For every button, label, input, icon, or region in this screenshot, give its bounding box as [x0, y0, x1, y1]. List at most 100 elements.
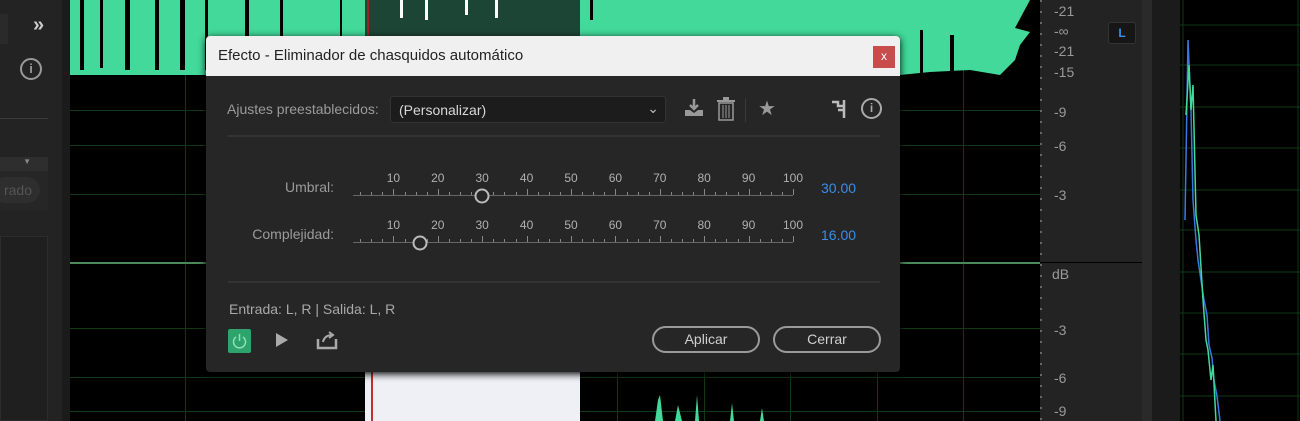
info-icon[interactable]: i — [20, 58, 42, 80]
routing-icon[interactable] — [830, 98, 850, 125]
close-button[interactable]: Cerrar — [773, 326, 881, 353]
slider-tick — [615, 236, 617, 242]
slider-tick — [770, 239, 772, 242]
scrollbar[interactable] — [1142, 0, 1152, 421]
dialog-titlebar[interactable]: Efecto - Eliminador de chasquidos automá… — [206, 36, 900, 76]
slider-track[interactable] — [353, 195, 793, 196]
scale-label: 10 — [386, 218, 401, 232]
partial-button[interactable]: rado — [0, 177, 40, 203]
ruler-label: -21 — [1054, 43, 1075, 59]
scale-label: 50 — [564, 171, 578, 185]
favorite-star-icon[interactable]: ★ — [758, 96, 776, 121]
slider-tick — [382, 192, 384, 195]
slider-tick — [515, 239, 517, 242]
slider-tick — [360, 239, 362, 242]
play-icon[interactable] — [275, 332, 289, 353]
slider-tick — [559, 192, 561, 195]
slider-tick — [626, 239, 628, 242]
slider-tick — [571, 236, 572, 242]
complejidad-slider-row: Complejidad: 10 20 30 40 50 60 70 80 90 100 16.00 — [206, 213, 900, 253]
frequency-analysis — [1180, 0, 1300, 421]
toolbar-divider — [745, 98, 746, 122]
slider-tick — [726, 239, 728, 242]
power-toggle[interactable] — [228, 329, 251, 353]
slider-tick — [615, 189, 617, 195]
slider-tick — [715, 239, 717, 242]
scale-label: 30 — [475, 171, 489, 185]
scale-label: 80 — [697, 218, 711, 232]
slider-tick — [537, 239, 539, 242]
ruler-label: -6 — [1054, 138, 1067, 154]
slider-tick — [404, 192, 406, 195]
ruler-label: -∞ — [1054, 23, 1069, 39]
slider-tick — [437, 189, 439, 195]
slider-tick — [593, 192, 595, 195]
slider-tick — [548, 192, 550, 195]
left-panel-field[interactable] — [0, 14, 8, 44]
slider-tick — [670, 239, 672, 242]
channel-l-badge[interactable]: L — [1108, 22, 1136, 44]
slider-tick — [726, 192, 728, 195]
slider-tick — [793, 189, 794, 195]
slider-tick — [504, 192, 506, 195]
scale-label: 90 — [741, 218, 756, 232]
apply-button[interactable]: Aplicar — [652, 326, 760, 353]
slider-tick — [682, 239, 683, 242]
scale-label: 100 — [782, 218, 804, 232]
slider-tick — [759, 239, 761, 242]
save-preset-icon[interactable] — [682, 96, 706, 125]
slider-tick — [582, 239, 584, 242]
umbral-value[interactable]: 30.00 — [821, 180, 856, 196]
presets-select[interactable]: (Personalizar) ⌄ — [390, 96, 666, 123]
slider-tick — [526, 236, 528, 242]
slider-thumb[interactable] — [474, 188, 490, 204]
io-info: Entrada: L, R | Salida: L, R — [229, 301, 396, 317]
presets-label: Ajustes preestablecidos: — [227, 101, 379, 117]
ruler-label: -3 — [1054, 187, 1067, 203]
slider-tick — [404, 239, 406, 242]
expand-panels-button[interactable]: » — [33, 14, 44, 37]
power-icon — [232, 334, 247, 349]
slider-tick — [648, 192, 650, 195]
slider-tick — [559, 239, 561, 242]
slider-thumb[interactable] — [412, 235, 428, 251]
delete-preset-icon[interactable] — [715, 96, 737, 127]
scale-label: 60 — [608, 171, 623, 185]
slider-tick — [437, 236, 439, 242]
slider-tick — [704, 236, 706, 242]
auto-click-remover-dialog: Efecto - Eliminador de chasquidos automá… — [206, 36, 900, 372]
close-icon[interactable]: x — [873, 46, 895, 68]
slider-tick — [715, 192, 717, 195]
complejidad-slider[interactable]: 10 20 30 40 50 60 70 80 90 100 — [206, 213, 900, 253]
slider-tick — [537, 192, 539, 195]
umbral-slider[interactable]: 10 20 30 40 50 60 70 80 90 100 — [206, 166, 900, 206]
ruler-label: -6 — [1054, 370, 1067, 386]
divider — [0, 118, 48, 119]
ruler-label: -3 — [1054, 322, 1067, 338]
slider-tick — [793, 236, 794, 242]
info-icon[interactable]: i — [861, 98, 882, 119]
slider-tick — [659, 236, 661, 242]
scale-label: 30 — [475, 218, 489, 232]
divider — [228, 135, 880, 137]
dropdown-header[interactable]: ▼ — [0, 157, 48, 171]
slider-tick — [448, 239, 450, 242]
scale-label: 50 — [564, 218, 578, 232]
slider-tick — [515, 192, 517, 195]
left-panel: » i ▼ rado — [0, 0, 62, 421]
slider-tick — [426, 192, 428, 195]
scale-label: 40 — [519, 218, 534, 232]
ruler-unit: dB — [1052, 266, 1070, 282]
scale-label: 60 — [608, 218, 623, 232]
complejidad-value[interactable]: 16.00 — [821, 227, 856, 243]
slider-tick — [770, 192, 772, 195]
slider-tick — [781, 239, 783, 242]
slider-tick — [693, 192, 695, 195]
slider-tick — [493, 192, 495, 195]
slider-tick — [737, 192, 739, 195]
spectrum-plot — [1180, 0, 1300, 421]
ruler-label: -21 — [1054, 3, 1075, 19]
ruler-label: -9 — [1054, 104, 1067, 120]
slider-tick — [571, 189, 572, 195]
export-icon[interactable] — [316, 330, 338, 355]
